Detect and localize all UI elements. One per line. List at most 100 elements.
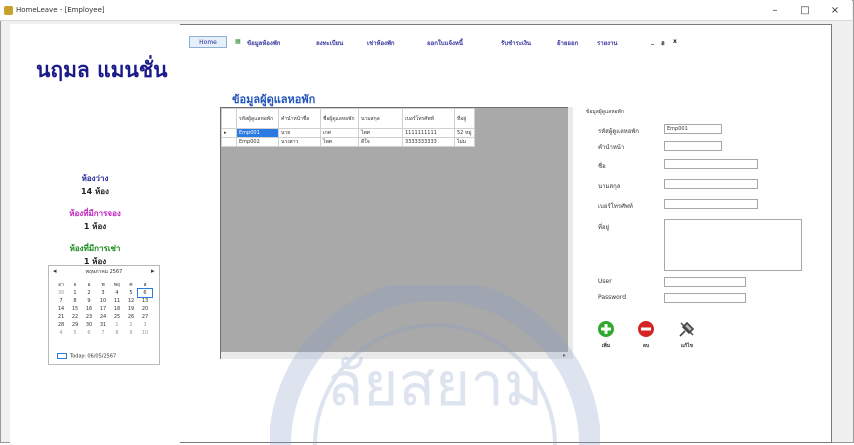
menu-payment[interactable]: รับชำระเงิน: [501, 38, 531, 48]
calendar-day[interactable]: 25: [110, 313, 124, 321]
calendar-day[interactable]: 7: [54, 297, 68, 305]
calendar-day[interactable]: 22: [68, 313, 82, 321]
table-cell[interactable]: Emp001: [236, 128, 279, 138]
calendar-day[interactable]: 27: [138, 313, 152, 321]
calendar-day[interactable]: 26: [124, 313, 138, 321]
table-cell[interactable]: นาย: [278, 128, 321, 138]
menu-rent[interactable]: เช่าห้องพัก: [367, 38, 395, 48]
calendar-day[interactable]: 3: [138, 321, 152, 329]
column-header[interactable]: เบอร์โทรศัพท์: [402, 108, 455, 129]
menu-invoice[interactable]: ออกใบแจ้งหนี้: [427, 38, 463, 48]
calendar-day[interactable]: 5: [68, 329, 82, 337]
calendar-day[interactable]: 8: [110, 329, 124, 337]
phone-field[interactable]: [664, 199, 758, 209]
table-row[interactable]: ▸ Emp001 นาย เกศ ไพศ 1111111111 52 หมู่: [221, 128, 475, 138]
calendar-day[interactable]: 30: [82, 321, 96, 329]
calendar-day[interactable]: 5: [124, 289, 138, 297]
menu-rooms[interactable]: ข้อมูลห้องพัก: [247, 38, 280, 48]
emp-id-field[interactable]: Emp001: [664, 124, 722, 134]
calendar-day[interactable]: 31: [96, 321, 110, 329]
menu-checkout[interactable]: ย้ายออก: [557, 38, 578, 48]
table-cell[interactable]: ดีใจ: [358, 137, 403, 147]
calendar-weekday: อ: [87, 282, 91, 288]
next-month-icon[interactable]: ▸: [151, 267, 155, 275]
table-cell[interactable]: เกศ: [320, 128, 359, 138]
delete-button[interactable]: ลบ: [636, 320, 656, 350]
reserved-rooms-count: 1 ห้อง: [83, 222, 107, 231]
maximize-button[interactable]: □: [792, 3, 818, 18]
edit-button[interactable]: แก้ไข: [677, 320, 697, 350]
calendar-day[interactable]: 18: [110, 305, 124, 313]
menu-report[interactable]: รายงาน: [597, 38, 618, 48]
calendar-day[interactable]: 12: [124, 297, 138, 305]
row-pointer-icon: ▸: [224, 130, 227, 136]
calendar-day[interactable]: 1: [68, 289, 82, 297]
table-cell[interactable]: ไพศ: [320, 137, 359, 147]
calendar-day[interactable]: 28: [54, 321, 68, 329]
mdi-minimize-button[interactable]: _: [651, 38, 654, 45]
calendar-day[interactable]: 3: [96, 289, 110, 297]
calendar-day[interactable]: 14: [54, 305, 68, 313]
first-name-field[interactable]: [664, 159, 758, 169]
column-header[interactable]: ที่อยู่: [454, 108, 475, 129]
calendar-day[interactable]: 16: [82, 305, 96, 313]
column-header[interactable]: ชื่อผู้ดูแลหอพัก: [320, 108, 359, 129]
calendar-day[interactable]: 2: [82, 289, 96, 297]
table-cell[interactable]: ไม่ม: [454, 137, 475, 147]
calendar-day[interactable]: 10: [96, 297, 110, 305]
close-button[interactable]: ×: [822, 3, 848, 18]
table-header-row: รหัสผู้ดูแลหอพัก คำนำหน้าชื่อ ชื่อผู้ดูแลห…: [221, 108, 475, 129]
calendar-day[interactable]: 24: [96, 313, 110, 321]
calendar-day[interactable]: 4: [110, 289, 124, 297]
table-cell[interactable]: นางสาว: [278, 137, 321, 147]
calendar-day[interactable]: 8: [68, 297, 82, 305]
column-header[interactable]: คำนำหน้าชื่อ: [278, 108, 321, 129]
calendar-day[interactable]: 11: [110, 297, 124, 305]
calendar-day[interactable]: 6: [82, 329, 96, 337]
calendar-day[interactable]: 23: [82, 313, 96, 321]
calendar-day[interactable]: 20: [138, 305, 152, 313]
user-field[interactable]: [664, 277, 746, 287]
svg-text:ลัยสยาม: ลัยสยาม: [327, 350, 544, 420]
calendar-day[interactable]: 10: [138, 329, 152, 337]
calendar-day[interactable]: 19: [124, 305, 138, 313]
row-header-corner: [221, 108, 237, 129]
calendar-day[interactable]: 15: [68, 305, 82, 313]
month-calendar[interactable]: ◂ พฤษภาคม 2567 ▸ อาจอพพฤศส 30 1 2 3 4 5 6 7 8 9 10…: [48, 265, 160, 365]
password-field[interactable]: [664, 293, 746, 303]
mdi-close-button[interactable]: x: [673, 38, 677, 45]
table-cell[interactable]: 1111111111: [402, 128, 455, 138]
table-cell[interactable]: 52 หมู่: [454, 128, 475, 138]
table-cell[interactable]: 3333333333: [402, 137, 455, 147]
table-cell[interactable]: ไพศ: [358, 128, 403, 138]
calendar-day[interactable]: 6: [137, 288, 153, 298]
calendar-day[interactable]: 9: [82, 297, 96, 305]
home-button[interactable]: Home: [189, 36, 227, 48]
calendar-day[interactable]: 29: [68, 321, 82, 329]
calendar-day[interactable]: 9: [124, 329, 138, 337]
mdi-restore-button[interactable]: ฮ: [661, 38, 665, 48]
phone-label: เบอร์โทรศัพท์: [598, 203, 633, 210]
last-name-field[interactable]: [664, 179, 758, 189]
calendar-day[interactable]: 2: [124, 321, 138, 329]
calendar-day[interactable]: 4: [54, 329, 68, 337]
table-cell[interactable]: Emp002: [236, 137, 279, 147]
calendar-day[interactable]: 13: [138, 297, 152, 305]
calendar-day[interactable]: 7: [96, 329, 110, 337]
row-header[interactable]: [221, 137, 237, 147]
prefix-field[interactable]: [664, 141, 722, 151]
calendar-day[interactable]: 1: [110, 321, 124, 329]
calendar-day[interactable]: 17: [96, 305, 110, 313]
address-field[interactable]: [664, 219, 802, 271]
calendar-today[interactable]: Today: 06/05/2567: [57, 353, 116, 360]
calendar-weekday: พ: [101, 282, 105, 288]
minimize-button[interactable]: –: [762, 3, 788, 18]
row-header[interactable]: ▸: [221, 128, 237, 138]
column-header[interactable]: รหัสผู้ดูแลหอพัก: [236, 108, 279, 129]
calendar-day[interactable]: 21: [54, 313, 68, 321]
column-header[interactable]: นามสกุล: [358, 108, 403, 129]
calendar-day[interactable]: 30: [54, 289, 68, 297]
menu-register[interactable]: ลงทะเบียน: [316, 38, 343, 48]
table-row[interactable]: Emp002 นางสาว ไพศ ดีใจ 3333333333 ไม่ม: [221, 137, 475, 147]
reserved-rooms-label: ห้องที่มีการจอง: [69, 209, 121, 218]
